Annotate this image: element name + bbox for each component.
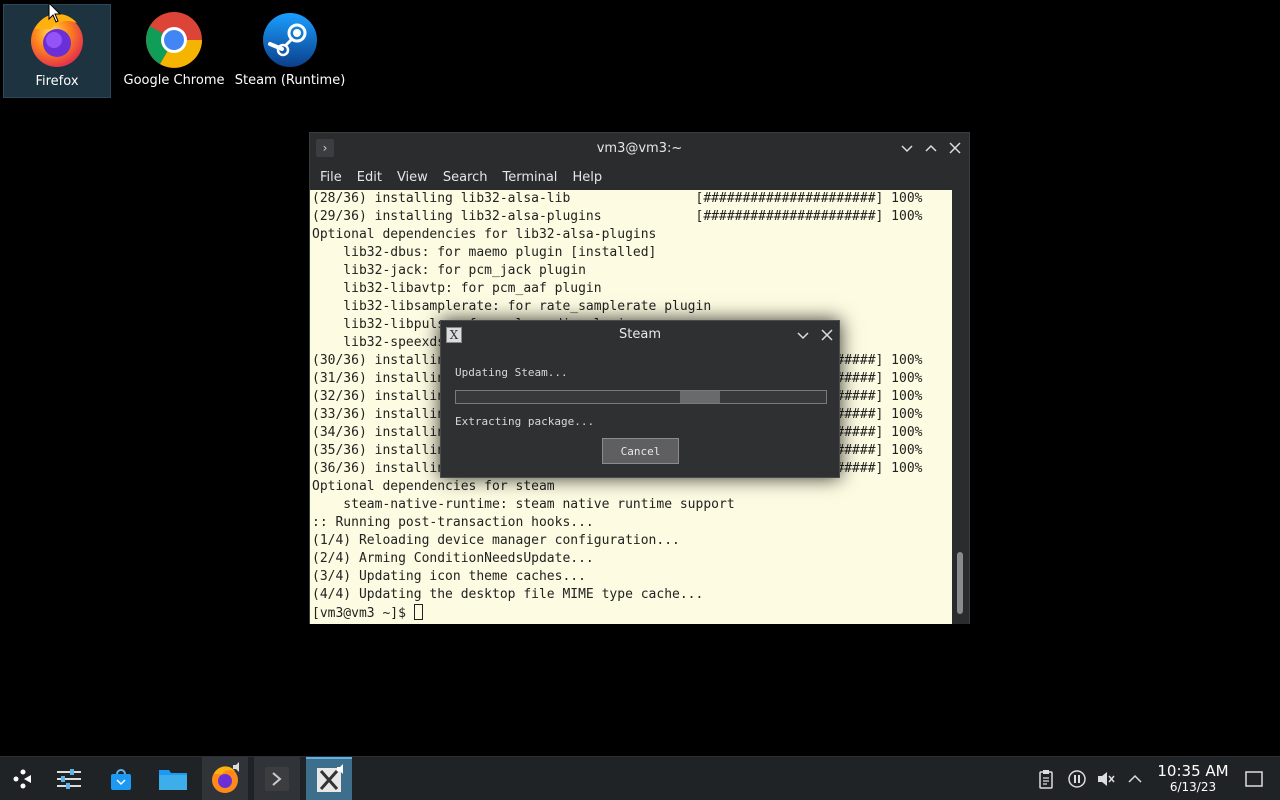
minimize-icon[interactable] xyxy=(795,327,811,343)
steam-dialog-title: Steam xyxy=(619,327,661,342)
desktop-icon-label: Google Chrome xyxy=(123,73,225,88)
steam-dialog-titlebar[interactable]: X Steam xyxy=(441,321,839,349)
maximize-icon[interactable] xyxy=(923,140,939,156)
terminal-line: (2/4) Arming ConditionNeedsUpdate... xyxy=(312,551,594,566)
clipboard-icon[interactable] xyxy=(1036,769,1056,789)
clock-date: 6/13/23 xyxy=(1169,780,1217,794)
chrome-icon xyxy=(144,8,204,68)
terminal-line: Optional dependencies for steam xyxy=(312,479,555,494)
launcher-icon xyxy=(13,769,31,789)
taskbar-steam-dialog-button[interactable] xyxy=(306,757,352,800)
scrollbar-thumb[interactable] xyxy=(957,552,963,614)
terminal-line: :: Running post-transaction hooks... xyxy=(312,515,594,530)
media-pause-icon[interactable] xyxy=(1067,769,1087,789)
close-icon[interactable] xyxy=(819,327,835,343)
terminal-icon xyxy=(265,767,289,791)
system-settings-button[interactable] xyxy=(46,757,92,800)
steam-status-text: Updating Steam... xyxy=(455,366,568,379)
desktop-icon-label: Steam (Runtime) xyxy=(234,73,346,88)
steam-detail-text: Extracting package... xyxy=(455,415,595,428)
cancel-button[interactable]: Cancel xyxy=(602,438,679,464)
terminal-line: lib32-jack: for pcm_jack plugin xyxy=(312,263,586,278)
minimize-icon[interactable] xyxy=(899,140,915,156)
text-cursor xyxy=(413,604,423,620)
steam-progress-bar xyxy=(455,390,827,404)
terminal-line: (28/36) installing lib32-alsa-lib [#####… xyxy=(312,191,923,206)
terminal-line: (4/4) Updating the desktop file MIME typ… xyxy=(312,587,704,602)
store-bag-icon xyxy=(111,769,131,790)
menu-help[interactable]: Help xyxy=(566,170,608,185)
desktop-icon-label: Firefox xyxy=(35,74,79,89)
desktop-icon-google-chrome[interactable]: Google Chrome xyxy=(120,4,228,98)
terminal-scrollbar[interactable] xyxy=(952,190,969,624)
show-desktop-icon[interactable] xyxy=(1244,769,1264,789)
terminal-title: vm3@vm3:~ xyxy=(596,140,683,156)
steam-update-dialog[interactable]: X Steam Updating Steam... Extracting pac… xyxy=(440,320,840,478)
steam-icon xyxy=(260,8,320,68)
terminal-line: [vm3@vm3 ~]$ xyxy=(310,604,953,622)
file-manager-button[interactable] xyxy=(150,757,196,800)
progress-indicator xyxy=(680,391,720,403)
discover-store-button[interactable] xyxy=(98,757,144,800)
application-launcher-button[interactable] xyxy=(0,757,46,800)
close-icon[interactable] xyxy=(947,140,963,156)
terminal-line: Optional dependencies for lib32-alsa-plu… xyxy=(312,227,657,242)
terminal-line: (3/4) Updating icon theme caches... xyxy=(312,569,586,584)
menu-edit[interactable]: Edit xyxy=(351,170,388,185)
terminal-line: (1/4) Reloading device manager configura… xyxy=(312,533,680,548)
terminal-menubar: File Edit View Search Terminal Help xyxy=(310,163,969,191)
mouse-pointer-icon xyxy=(48,2,62,23)
volume-muted-icon[interactable] xyxy=(1096,769,1116,789)
terminal-line: lib32-libsamplerate: for rate_samplerate… xyxy=(312,299,712,314)
menu-search[interactable]: Search xyxy=(437,170,494,185)
menu-view[interactable]: View xyxy=(391,170,434,185)
terminal-line: lib32-libavtp: for pcm_aaf plugin xyxy=(312,281,602,296)
menu-terminal[interactable]: Terminal xyxy=(496,170,563,185)
settings-sliders-icon xyxy=(57,769,81,789)
taskbar: 10:35 AM 6/13/23 xyxy=(0,756,1280,800)
clock-time: 10:35 AM xyxy=(1157,762,1229,780)
folder-icon xyxy=(159,770,187,790)
desktop-icon-steam-runtime[interactable]: Steam (Runtime) xyxy=(234,4,346,98)
menu-file[interactable]: File xyxy=(314,170,348,185)
taskbar-firefox-button[interactable] xyxy=(202,757,248,800)
audio-playing-icon xyxy=(233,762,239,772)
digital-clock[interactable]: 10:35 AM 6/13/23 xyxy=(1148,762,1238,794)
taskbar-terminal-button[interactable] xyxy=(254,757,300,800)
audio-playing-icon xyxy=(337,764,343,774)
chevron-up-icon[interactable] xyxy=(1125,769,1145,789)
terminal-titlebar[interactable]: › vm3@vm3:~ xyxy=(310,133,969,163)
terminal-line: steam-native-runtime: steam native runti… xyxy=(312,497,735,512)
terminal-line: lib32-dbus: for maemo plugin [installed] xyxy=(312,245,657,260)
terminal-line: (29/36) installing lib32-alsa-plugins [#… xyxy=(312,209,923,224)
